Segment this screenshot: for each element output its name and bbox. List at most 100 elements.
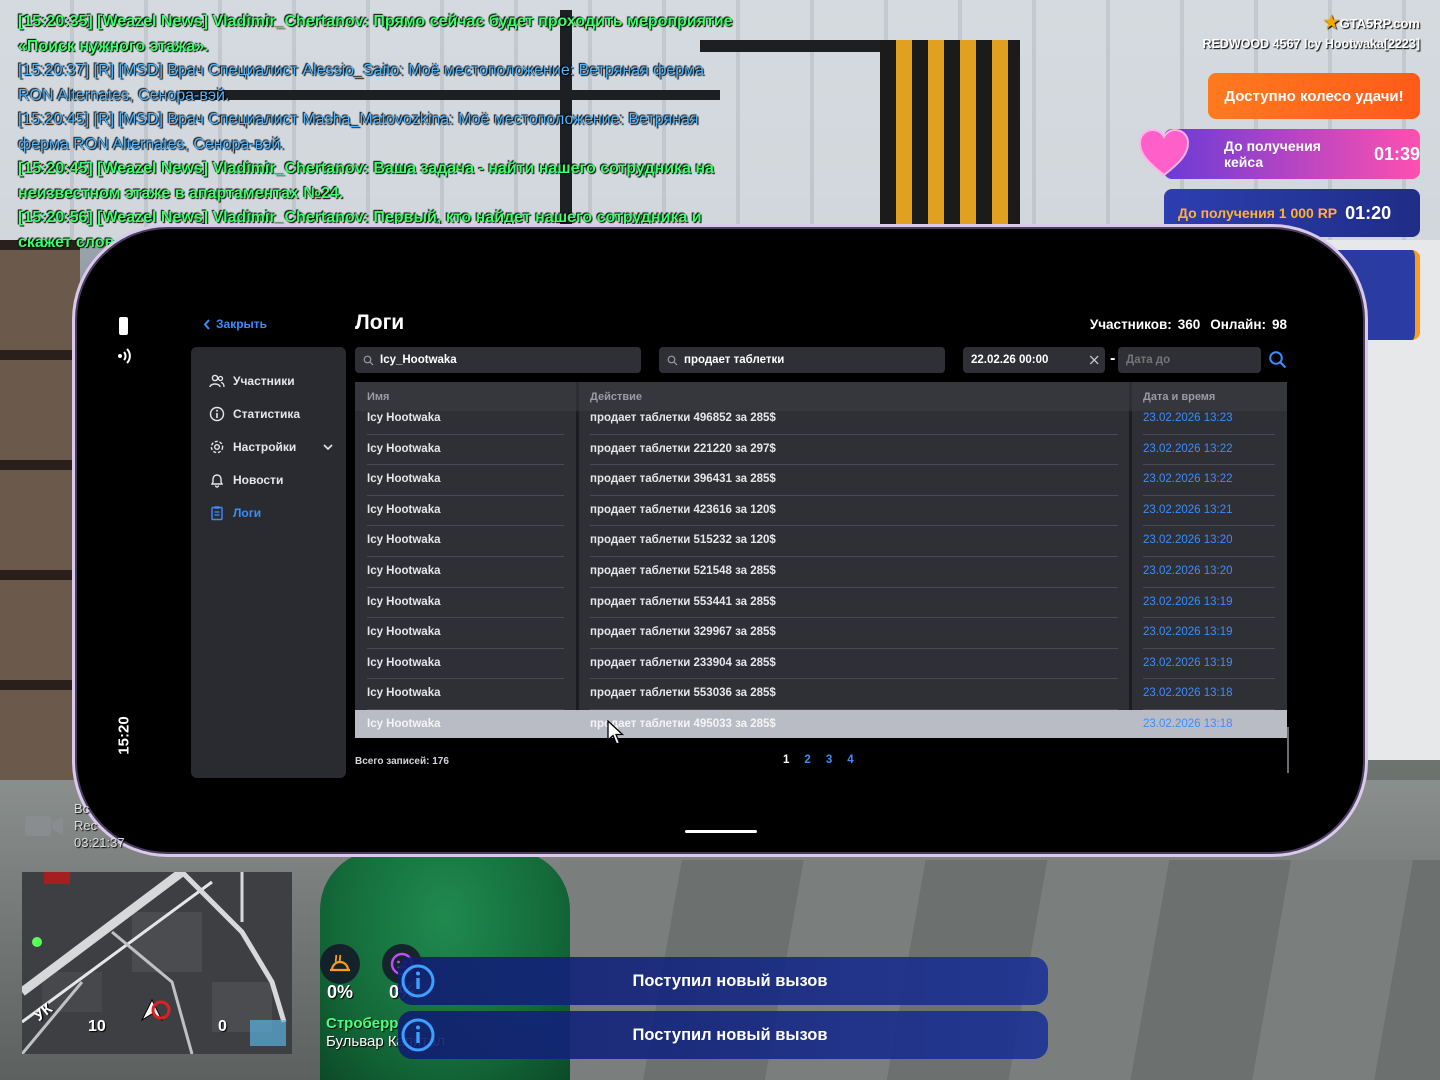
case-timer-banner: До получения кейса 01:39 <box>1138 128 1420 179</box>
name-filter-input[interactable] <box>380 354 641 366</box>
table-header: Имя Действие Дата и время <box>355 382 1287 411</box>
rec-time: 03:21:37 <box>74 835 125 850</box>
gear-icon <box>210 440 224 453</box>
table-row[interactable]: Icy Hootwaka продает таблетки 396431 за 2… <box>355 465 1287 496</box>
log-action-cell: продает таблетки 553441 за 285$ <box>590 595 776 608</box>
table-row[interactable]: Icy Hootwaka продает таблетки 553441 за 2… <box>355 588 1287 619</box>
hunger-percent: 0% <box>326 982 353 1002</box>
log-action-cell: продает таблетки 496852 за 285$ <box>590 412 776 424</box>
sidebar-item-members[interactable]: Участники <box>191 364 346 397</box>
fortune-wheel-label: Доступно колесо удачи! <box>1224 87 1404 105</box>
scrollbar[interactable] <box>1287 727 1289 773</box>
chat-message: [15:20:45] [Weazel News] Vladimir_Cherta… <box>18 160 714 202</box>
sidebar-item-label: Логи <box>233 505 262 520</box>
rec-line: Bc <box>74 801 90 816</box>
chat-message: [15:20:45] [R] [MSD] Врач Специалист Mas… <box>18 111 699 153</box>
close-label: Закрыть <box>216 317 268 331</box>
log-action-cell: продает таблетки 423616 за 120$ <box>590 503 776 516</box>
page-button[interactable]: 2 <box>804 754 810 766</box>
users-icon <box>209 374 225 387</box>
search-icon <box>667 355 678 365</box>
log-date-cell: 23.02.2026 13:19 <box>1143 595 1233 608</box>
chevron-down-icon <box>323 443 333 450</box>
log-action-cell: продает таблетки 521548 за 285$ <box>590 564 776 577</box>
sidebar-item-statistics[interactable]: Статистика <box>191 397 346 430</box>
rp-timer-value: 01:20 <box>1345 202 1392 223</box>
table-row[interactable]: Icy Hootwaka продает таблетки 233904 за 2… <box>355 649 1287 680</box>
table-row[interactable]: Icy Hootwaka продает таблетки 329967 за 2… <box>355 618 1287 649</box>
minimap-roads <box>22 872 292 1054</box>
log-date-cell: 23.02.2026 13:20 <box>1143 564 1233 577</box>
pagination: 1 2 3 4 <box>783 754 854 766</box>
members-count: 360 <box>1177 317 1201 332</box>
logs-table: Icy Hootwaka продает таблетки 496852 за 2… <box>355 382 1287 738</box>
column-header-date[interactable]: Дата и время <box>1143 391 1215 403</box>
online-label: Онлайн: <box>1210 317 1266 332</box>
date-from-field[interactable] <box>963 347 1105 373</box>
action-filter-field[interactable] <box>659 347 945 373</box>
date-range-separator: - <box>1110 352 1116 367</box>
clear-icon[interactable] <box>1089 354 1099 366</box>
table-row[interactable]: Icy Hootwaka продает таблетки 495033 за 2… <box>355 709 1287 738</box>
sidebar-item-settings[interactable]: Настройки <box>191 430 346 463</box>
rec-line: Rec <box>74 818 98 833</box>
page-button[interactable]: 4 <box>847 754 853 766</box>
hunger-indicator: 0% <box>318 944 362 1003</box>
clipboard-icon <box>211 505 223 520</box>
bell-icon <box>210 473 224 488</box>
sidebar-item-label: Участники <box>233 373 295 388</box>
sidebar-item-news[interactable]: Новости <box>191 463 346 496</box>
table-row[interactable]: Icy Hootwaka продает таблетки 553036 за 2… <box>355 679 1287 710</box>
sidebar: Участники Статистика Настройки Новости Л… <box>191 347 346 778</box>
log-date-cell: 23.02.2026 13:19 <box>1143 656 1233 669</box>
date-to-field[interactable] <box>1118 347 1261 373</box>
chat-log: [15:20:35] [Weazel News] Vladimir_Cherta… <box>18 10 738 255</box>
members-label: Участников: <box>1089 317 1172 332</box>
notification-new-call[interactable]: Поступил новый вызов <box>398 957 1048 1005</box>
search-button[interactable] <box>1268 350 1288 370</box>
log-date-cell: 23.02.2026 13:21 <box>1143 503 1233 516</box>
table-row[interactable]: Icy Hootwaka продает таблетки 221220 за 2… <box>355 435 1287 466</box>
online-count: 98 <box>1271 317 1287 332</box>
case-timer-label: До получения кейса <box>1224 138 1321 170</box>
log-date-cell: 23.02.2026 13:18 <box>1143 687 1233 700</box>
close-button[interactable]: Закрыть <box>203 317 267 331</box>
log-action-cell: продает таблетки 233904 за 285$ <box>590 656 776 669</box>
name-filter-field[interactable] <box>355 347 641 373</box>
log-name-cell: Icy Hootwaka <box>367 534 441 547</box>
member-stats: Участников: 360 Онлайн: 98 <box>1090 317 1287 332</box>
page-button[interactable]: 1 <box>783 754 789 766</box>
log-name-cell: Icy Hootwaka <box>367 717 441 730</box>
log-name-cell: Icy Hootwaka <box>367 412 441 424</box>
table-row[interactable]: Icy Hootwaka продает таблетки 423616 за 1… <box>355 496 1287 527</box>
sidebar-item-logs[interactable]: Логи <box>191 496 346 529</box>
chevron-left-icon <box>203 318 210 330</box>
log-date-cell: 23.02.2026 13:22 <box>1143 442 1233 455</box>
server-player-info: REDWOOD 4567 Icy Hootwaka[2223] <box>1202 37 1420 51</box>
brand-text: GTA5RP.com <box>1339 16 1420 31</box>
fortune-wheel-button[interactable]: Доступно колесо удачи! <box>1208 73 1420 119</box>
heart-icon <box>1138 128 1190 177</box>
table-row[interactable]: Icy Hootwaka продает таблетки 521548 за 2… <box>355 557 1287 588</box>
minimap-counter: 0 <box>218 1018 227 1035</box>
page-title: Логи <box>355 311 405 334</box>
search-icon <box>363 355 374 365</box>
home-indicator[interactable] <box>685 830 757 833</box>
log-name-cell: Icy Hootwaka <box>367 626 441 639</box>
log-action-cell: продает таблетки 396431 за 285$ <box>590 473 776 486</box>
date-from-input[interactable] <box>971 354 1083 366</box>
sidebar-item-label: Новости <box>233 472 284 487</box>
table-row[interactable]: Icy Hootwaka продает таблетки 515232 за 1… <box>355 526 1287 557</box>
action-filter-input[interactable] <box>684 354 945 366</box>
filter-bar: - <box>355 347 1287 373</box>
battery-icon <box>119 317 128 335</box>
mouse-cursor-icon <box>607 720 625 745</box>
page-button[interactable]: 3 <box>826 754 832 766</box>
column-header-name[interactable]: Имя <box>367 391 389 403</box>
signal-icon <box>118 348 131 364</box>
rp-timer-label: До получения 1 000 RP <box>1178 205 1338 221</box>
date-to-input[interactable] <box>1126 354 1261 366</box>
notification-new-call[interactable]: Поступил новый вызов <box>398 1011 1048 1059</box>
table-body: Icy Hootwaka продает таблетки 496852 за 2… <box>355 404 1287 738</box>
column-header-action[interactable]: Действие <box>590 391 642 403</box>
